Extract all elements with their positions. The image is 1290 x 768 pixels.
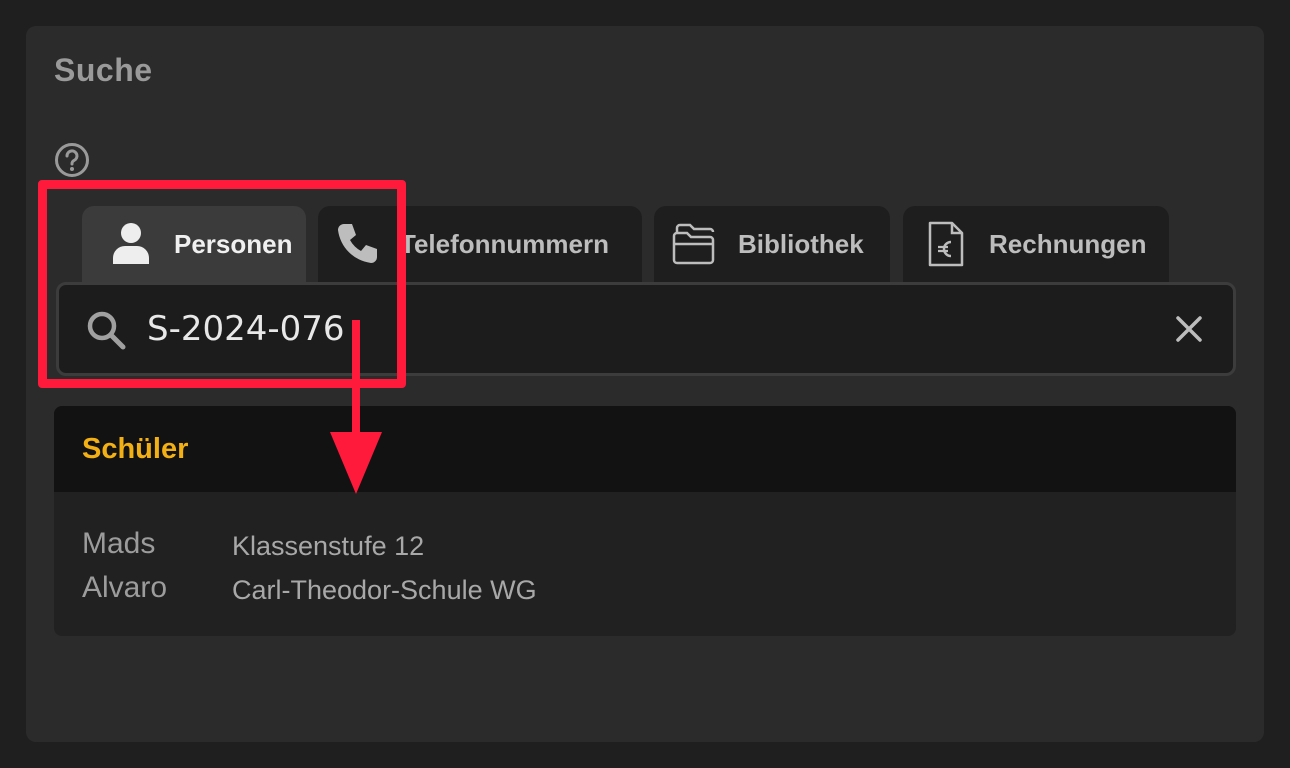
result-name: Mads Alvaro	[82, 522, 167, 610]
folder-icon	[670, 219, 720, 269]
search-field[interactable]	[56, 282, 1236, 376]
result-grade: Klassenstufe 12	[232, 531, 425, 561]
close-icon[interactable]	[1171, 311, 1207, 347]
search-icon	[87, 311, 126, 350]
result-details: Klassenstufe 12 Carl-Theodor-Schule WG	[232, 524, 537, 612]
tab-personen[interactable]: Personen	[82, 206, 306, 282]
result-item[interactable]: Mads Alvaro Klassenstufe 12 Carl-Theodor…	[54, 492, 1236, 636]
search-input[interactable]	[147, 299, 1107, 359]
tab-label: Bibliothek	[738, 228, 864, 259]
result-first-name: Mads	[82, 527, 156, 560]
phone-icon	[332, 219, 382, 269]
person-icon	[106, 219, 156, 269]
result-last-name: Alvaro	[82, 571, 168, 604]
tab-label: Rechnungen	[989, 228, 1147, 259]
euro-document-icon	[921, 219, 971, 269]
tab-telefonnummern[interactable]: Telefonnummern	[318, 206, 642, 282]
search-panel: Suche Personen Telefonnummern Bibliothek…	[26, 26, 1264, 742]
result-school: Carl-Theodor-Schule WG	[232, 575, 537, 605]
results-section-title: Schüler	[54, 406, 1236, 492]
tab-label: Telefonnummern	[400, 228, 609, 259]
search-results: Schüler Mads Alvaro Klassenstufe 12 Carl…	[54, 406, 1236, 636]
tab-label: Personen	[174, 228, 293, 259]
tab-bibliothek[interactable]: Bibliothek	[654, 206, 890, 282]
panel-title: Suche	[54, 52, 153, 88]
tab-rechnungen[interactable]: Rechnungen	[903, 206, 1169, 282]
question-circle-icon[interactable]	[54, 142, 90, 178]
